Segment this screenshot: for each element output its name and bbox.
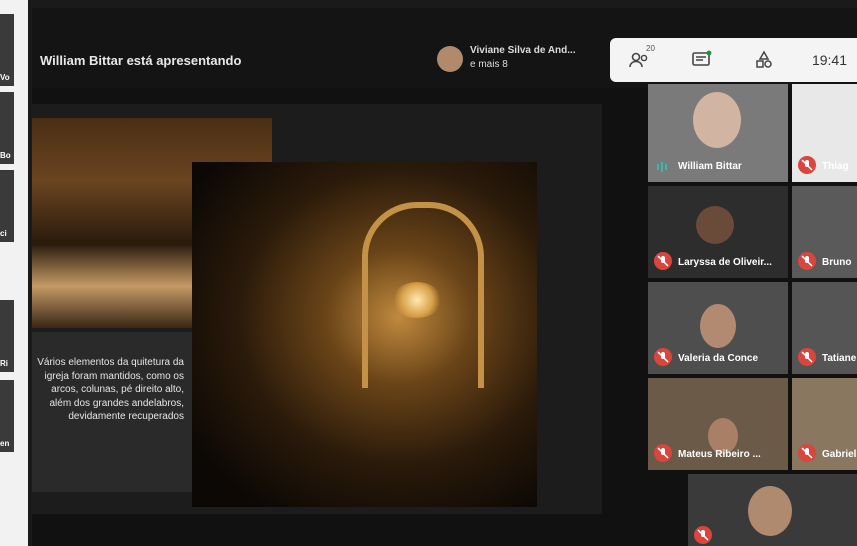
participant-name: Laryssa de Oliveir... [678, 257, 772, 268]
participant-tile[interactable]: William Bittar [648, 84, 788, 182]
mic-off-icon [654, 348, 672, 366]
mic-off-icon [694, 526, 712, 544]
participant-tile[interactable]: Gabriel [792, 378, 857, 470]
viewer-more[interactable]: e mais 8 [470, 59, 508, 70]
participant-name: Tatiane [822, 353, 857, 364]
chat-button[interactable] [688, 46, 716, 74]
participant-name: Valeria da Conce [678, 353, 759, 364]
participant-tile[interactable]: Mateus Ribeiro ... [648, 378, 788, 470]
clock: 19:41 [811, 52, 847, 68]
participant-tile[interactable]: Laryssa de Oliveir... [648, 186, 788, 278]
mic-off-icon [798, 156, 816, 174]
participant-name: Gabriel [822, 449, 857, 460]
mic-off-icon [654, 252, 672, 270]
strip-tile: ci [0, 170, 14, 242]
chat-icon [692, 50, 712, 66]
strip-tile: Vo [0, 14, 14, 86]
meeting-toolbar: 20 19:41 [610, 38, 857, 82]
activities-icon [756, 50, 772, 68]
left-window-strip: Vo Bo ci Ri en [0, 0, 28, 546]
viewer-name[interactable]: Viviane Silva de And... [470, 45, 576, 56]
mic-off-icon [654, 444, 672, 462]
strip-tile-label: ci [0, 229, 7, 238]
caption-box: Vários elementos da quitetura da igreja … [32, 332, 192, 492]
participant-avatar [696, 206, 734, 244]
participant-face [700, 304, 736, 348]
strip-tile: en [0, 380, 14, 452]
chandelier-shape [392, 282, 442, 318]
participant-name: Thiag [822, 161, 849, 172]
presenting-label: William Bittar está apresentando [40, 53, 242, 68]
participant-tile[interactable]: Thiag [792, 84, 857, 182]
mic-off-icon [798, 252, 816, 270]
participant-face [693, 92, 741, 148]
speaking-icon [656, 160, 670, 172]
mic-off-icon [798, 348, 816, 366]
participant-name: Bruno [822, 257, 852, 268]
avatar [437, 46, 463, 72]
participant-name: William Bittar [678, 161, 742, 172]
activities-button[interactable] [750, 46, 778, 74]
presentation-slide: Vários elementos da quitetura da igreja … [32, 104, 602, 514]
participant-count: 20 [646, 44, 655, 53]
strip-tile-label: Bo [0, 151, 11, 160]
strip-tile: Bo [0, 92, 14, 164]
strip-tile-label: Ri [0, 359, 8, 368]
slide-caption: Vários elementos da quitetura da igreja … [37, 357, 184, 422]
participant-tile[interactable] [688, 474, 857, 546]
top-bar: William Bittar está apresentando Viviane… [32, 8, 857, 88]
participant-tile[interactable]: Tatiane [792, 282, 857, 374]
strip-tile-label: en [0, 439, 10, 448]
meeting-screen: William Bittar está apresentando Viviane… [32, 8, 857, 546]
mic-off-icon [798, 444, 816, 462]
strip-tile: Ri [0, 300, 14, 372]
participant-tile[interactable]: Valeria da Conce [648, 282, 788, 374]
strip-tile-label: Vo [0, 73, 10, 82]
participant-face [748, 486, 792, 536]
participant-name: Mateus Ribeiro ... [678, 449, 761, 460]
participant-tile[interactable]: Bruno [792, 186, 857, 278]
slide-photo-hall [192, 162, 537, 507]
